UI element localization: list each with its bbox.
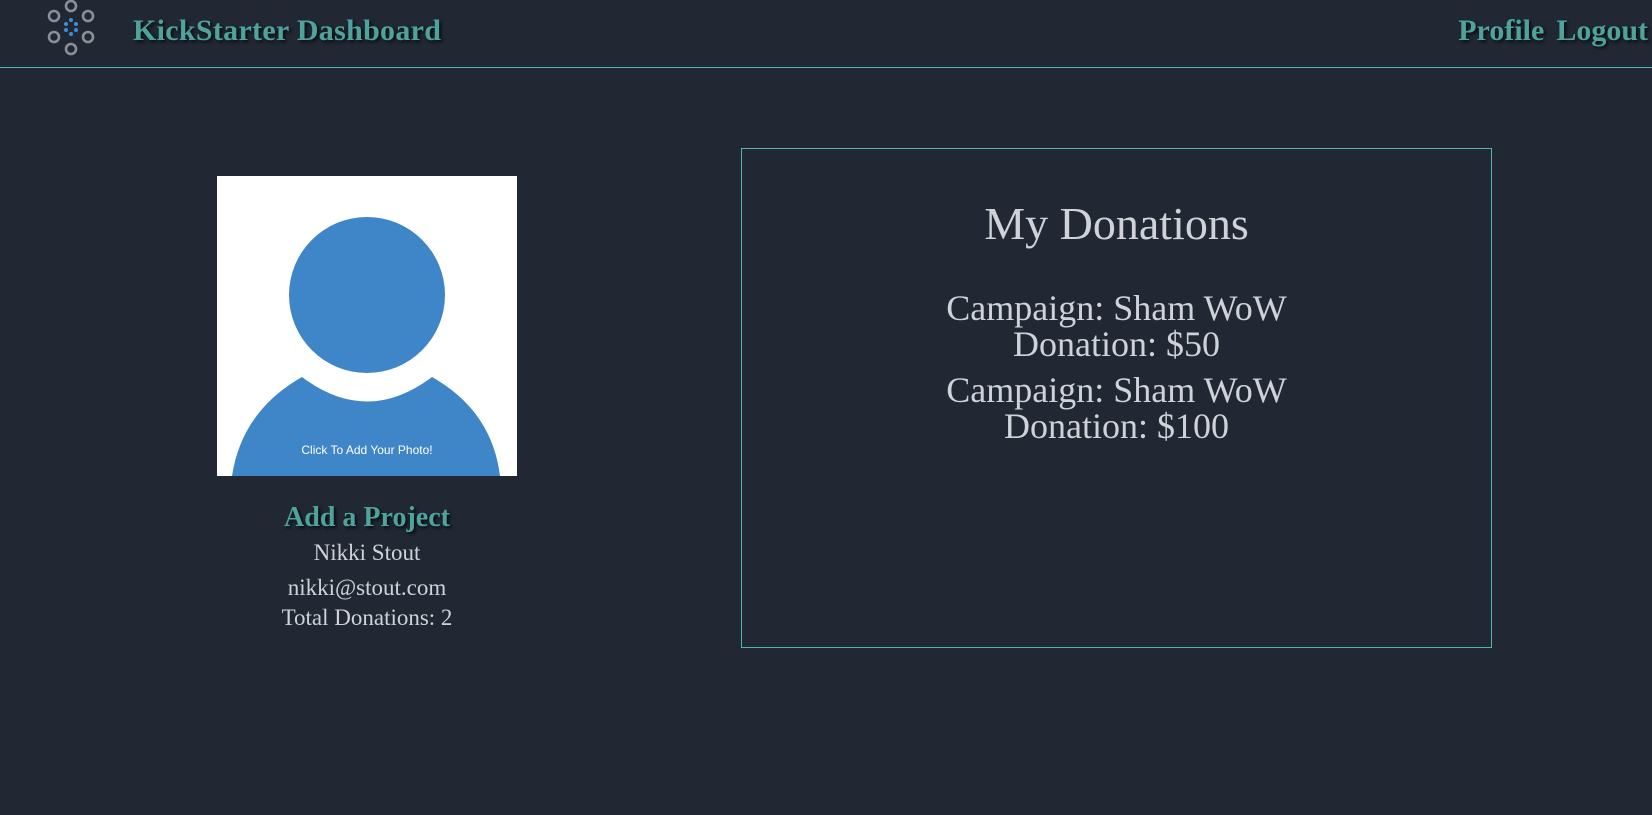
app-title[interactable]: KickStarter Dashboard	[133, 14, 441, 48]
top-navbar: KickStarter Dashboard Profile Logout	[0, 0, 1652, 68]
donation-list: Campaign: Sham WoW Donation: $50 Campaig…	[742, 290, 1491, 444]
add-photo-caption: Click To Add Your Photo!	[301, 443, 433, 457]
donation-campaign: Campaign: Sham WoW	[946, 370, 1287, 410]
loading-spinner-icon[interactable]	[40, 0, 102, 62]
user-silhouette-icon	[232, 217, 500, 476]
profile-card: Click To Add Your Photo! Add a Project N…	[167, 176, 567, 631]
nav-profile-link[interactable]: Profile	[1458, 14, 1544, 48]
main-nav: Profile Logout	[1458, 14, 1648, 48]
nav-logout-link[interactable]: Logout	[1556, 14, 1648, 48]
user-name: Nikki Stout	[313, 540, 421, 565]
donation-amount: Donation: $100	[1004, 406, 1229, 446]
donations-title: My Donations	[984, 198, 1249, 249]
user-email: nikki@stout.com	[287, 575, 447, 600]
total-donations: Total Donations: 2	[281, 605, 453, 630]
donation-amount: Donation: $50	[1013, 324, 1220, 364]
donation-item: Campaign: Sham WoW Donation: $50	[742, 290, 1491, 362]
donation-campaign: Campaign: Sham WoW	[946, 288, 1287, 328]
profile-photo-upload[interactable]: Click To Add Your Photo!	[217, 176, 517, 476]
my-donations-panel: My Donations Campaign: Sham WoW Donation…	[741, 148, 1492, 648]
add-project-link[interactable]: Add a Project	[167, 502, 567, 534]
donation-item: Campaign: Sham WoW Donation: $100	[742, 372, 1491, 444]
